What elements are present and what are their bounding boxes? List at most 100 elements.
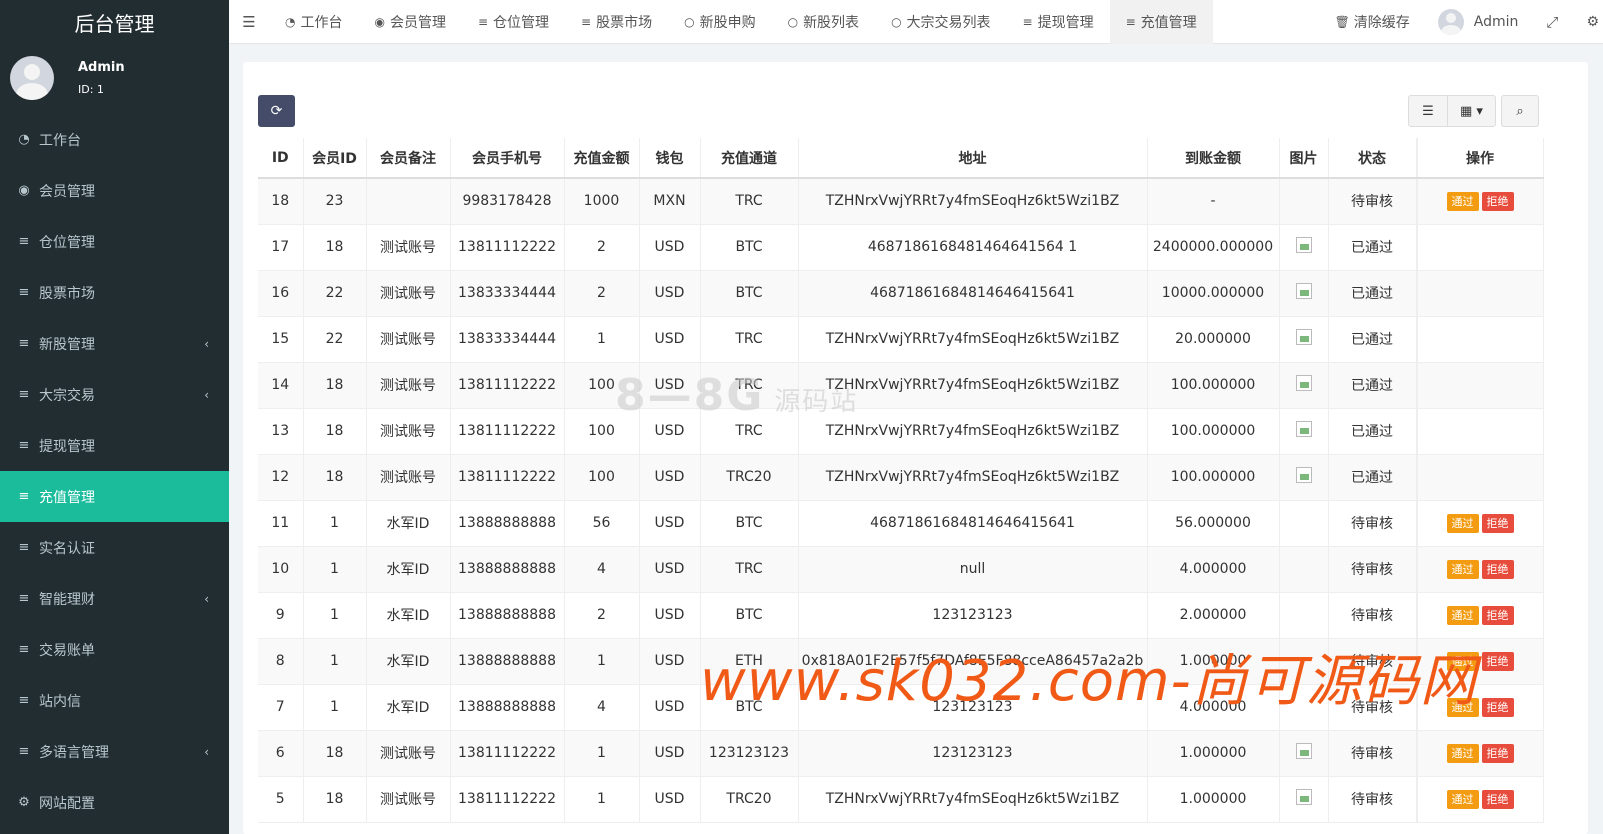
approve-button[interactable]: 通过 [1446,743,1479,763]
column-header[interactable]: 图片 [1279,138,1329,179]
broken-image-icon[interactable] [1295,789,1312,805]
nav-tab[interactable]: ○ 新股列表 [772,0,875,44]
table-body: 18 23 9983178428 1000 MXN TRC TZHNrxVwjYRRt7y4… [258,178,1544,823]
column-header[interactable]: 会员备注 [366,138,451,179]
nav-tab-label: 充值管理 [1140,14,1197,31]
table-row[interactable]: 10 1 水军ID 13888888888 4 USD TRC null 4.000000 待审核… [258,546,1544,593]
cell-phone: 13811112222 [450,362,565,409]
column-header[interactable]: 操作 [1417,138,1544,179]
column-header[interactable]: 充值通道 [700,138,799,179]
cell-address: TZHNrxVwjYRRt7y4fmSEoqHz6kt5Wzi1BZ [798,454,1148,501]
broken-image-icon[interactable] [1295,375,1312,391]
approve-button[interactable]: 通过 [1446,697,1479,717]
reject-button[interactable]: 拒绝 [1481,559,1514,579]
approve-button[interactable]: 通过 [1446,513,1479,533]
column-header[interactable]: ID [258,138,304,179]
table-row[interactable]: 5 18 测试账号 13811112222 1 USD TRC20 TZHNrxVwjYRRt… [258,776,1544,823]
refresh-button[interactable]: ⟳ [258,95,295,127]
column-header[interactable]: 地址 [798,138,1148,179]
view-toolbar: ☰ ▦ ▾ [1408,95,1496,127]
clear-cache-button[interactable]: 🗑 清除缓存 [1321,12,1424,32]
sidebar-item[interactable]: ≡ 站内信 [0,675,229,726]
approve-button[interactable]: 通过 [1446,559,1479,579]
sidebar-item[interactable]: ≡ 多语言管理 ‹ [0,726,229,777]
reject-button[interactable]: 拒绝 [1481,789,1514,809]
fullscreen-icon[interactable]: ⤢ [1532,13,1572,31]
nav-tab[interactable]: ◔ 工作台 [269,0,358,44]
approve-button[interactable]: 通过 [1446,605,1479,625]
menu-toggle-icon[interactable]: ☰ [229,13,269,31]
broken-image-icon[interactable] [1295,283,1312,299]
table-row[interactable]: 12 18 测试账号 13811112222 100 USD TRC20 TZHNrxVwjY… [258,454,1544,501]
broken-image-icon[interactable] [1295,329,1312,345]
reject-button[interactable]: 拒绝 [1481,605,1514,625]
column-header[interactable]: 会员ID [303,138,367,179]
nav-tab[interactable]: ◉ 会员管理 [358,0,461,44]
reject-button[interactable]: 拒绝 [1481,513,1514,533]
sidebar-item[interactable]: ≡ 交易账单 [0,624,229,675]
broken-image-icon[interactable] [1295,743,1312,759]
search-button[interactable]: ⌕ [1502,96,1538,126]
cell-channel: ETH [700,638,799,685]
reject-button[interactable]: 拒绝 [1481,743,1514,763]
admin-menu[interactable]: Admin [1424,9,1533,35]
table-row[interactable]: 17 18 测试账号 13811112222 2 USD BTC 46871861684814… [258,224,1544,271]
approve-button[interactable]: 通过 [1446,789,1479,809]
table-header: ID会员ID会员备注会员手机号充值金额钱包充值通道地址到账金额图片状态操操作 [258,138,1544,179]
sidebar-item[interactable]: ≡ 智能理财 ‹ [0,573,229,624]
column-header[interactable]: 充值金额 [564,138,640,179]
sidebar-item[interactable]: ≡ 实名认证 [0,522,229,573]
sidebar-item[interactable]: ⚙ 网站配置 [0,777,229,828]
table-row[interactable]: 7 1 水军ID 13888888888 4 USD BTC 123123123 4.00000… [258,684,1544,731]
nav-tab[interactable]: ≡ 股票市场 [565,0,668,44]
top-navbar: ☰ ◔ 工作台 ◉ 会员管理 ≡ 仓位管理 ≡ 股票市场 ○ 新股申购 ○ 新股列表 ○ 大宗交易列表 ≡ 提… [229,0,1603,44]
nav-tab[interactable]: ≡ 提现管理 [1007,0,1110,44]
cell-id: 5 [258,776,304,823]
broken-image-icon[interactable] [1295,467,1312,483]
column-header[interactable]: 钱包 [639,138,701,179]
table-row[interactable]: 11 1 水军ID 13888888888 56 USD BTC 46871861684814… [258,500,1544,547]
column-header[interactable]: 会员手机号 [450,138,565,179]
table-row[interactable]: 9 1 水军ID 13888888888 2 USD BTC 123123123 2.00000… [258,592,1544,639]
reject-button[interactable]: 拒绝 [1481,651,1514,671]
nav-tab[interactable]: ≡ 充值管理 [1109,0,1213,44]
sidebar-item[interactable]: ≡ 充值管理 [0,471,229,522]
settings-icon[interactable]: ⚙ [1572,14,1603,30]
sidebar-item-label: 智能理财 [39,591,95,608]
column-header[interactable]: 状态 [1328,138,1417,179]
column-header[interactable]: 到账金额 [1147,138,1280,179]
nav-tab[interactable]: ○ 大宗交易列表 [875,0,1006,44]
cell-wallet: USD [639,362,701,409]
table-row[interactable]: 14 18 测试账号 13811112222 100 USD TRC TZHNrxVwjYRR… [258,362,1544,409]
cell-amount: 56 [564,500,640,547]
brand-title[interactable]: 后台管理 [0,0,229,44]
cell-wallet: USD [639,316,701,363]
cell-channel: BTC [700,224,799,271]
approve-button[interactable]: 通过 [1446,651,1479,671]
sidebar-item[interactable]: ≡ 新股管理 ‹ [0,318,229,369]
approve-button[interactable]: 通过 [1446,191,1479,211]
table-row[interactable]: 13 18 测试账号 13811112222 100 USD TRC TZHNrxVwjYRR… [258,408,1544,455]
reject-button[interactable]: 拒绝 [1481,191,1514,211]
list-view-button[interactable]: ☰ [1409,96,1447,126]
table-row[interactable]: 6 18 测试账号 13811112222 1 USD 123123123 123123123… [258,730,1544,777]
cell-actions [1417,224,1544,271]
sidebar-item[interactable]: ≡ 大宗交易 ‹ [0,369,229,420]
broken-image-icon[interactable] [1295,421,1312,437]
nav-tab[interactable]: ○ 新股申购 [668,0,771,44]
columns-dropdown-button[interactable]: ▦ ▾ [1447,96,1495,126]
cell-actions: 通过 拒绝 [1417,730,1544,777]
cell-received: 4.000000 [1147,684,1280,731]
table-row[interactable]: 8 1 水军ID 13888888888 1 USD ETH 0x818A01F2E57f5f… [258,638,1544,685]
nav-tab[interactable]: ≡ 仓位管理 [462,0,565,44]
sidebar-item[interactable]: ≡ 股票市场 [0,267,229,318]
reject-button[interactable]: 拒绝 [1481,697,1514,717]
sidebar-item[interactable]: ◔ 工作台 [0,114,229,165]
sidebar-item[interactable]: ≡ 提现管理 [0,420,229,471]
sidebar-item[interactable]: ◉ 会员管理 [0,165,229,216]
sidebar-item[interactable]: ≡ 仓位管理 [0,216,229,267]
table-row[interactable]: 18 23 9983178428 1000 MXN TRC TZHNrxVwjYRRt7y4… [258,178,1544,225]
broken-image-icon[interactable] [1295,237,1312,253]
table-row[interactable]: 15 22 测试账号 13833334444 1 USD TRC TZHNrxVwjYRRt7… [258,316,1544,363]
table-row[interactable]: 16 22 测试账号 13833334444 2 USD BTC 46871861684814… [258,270,1544,317]
